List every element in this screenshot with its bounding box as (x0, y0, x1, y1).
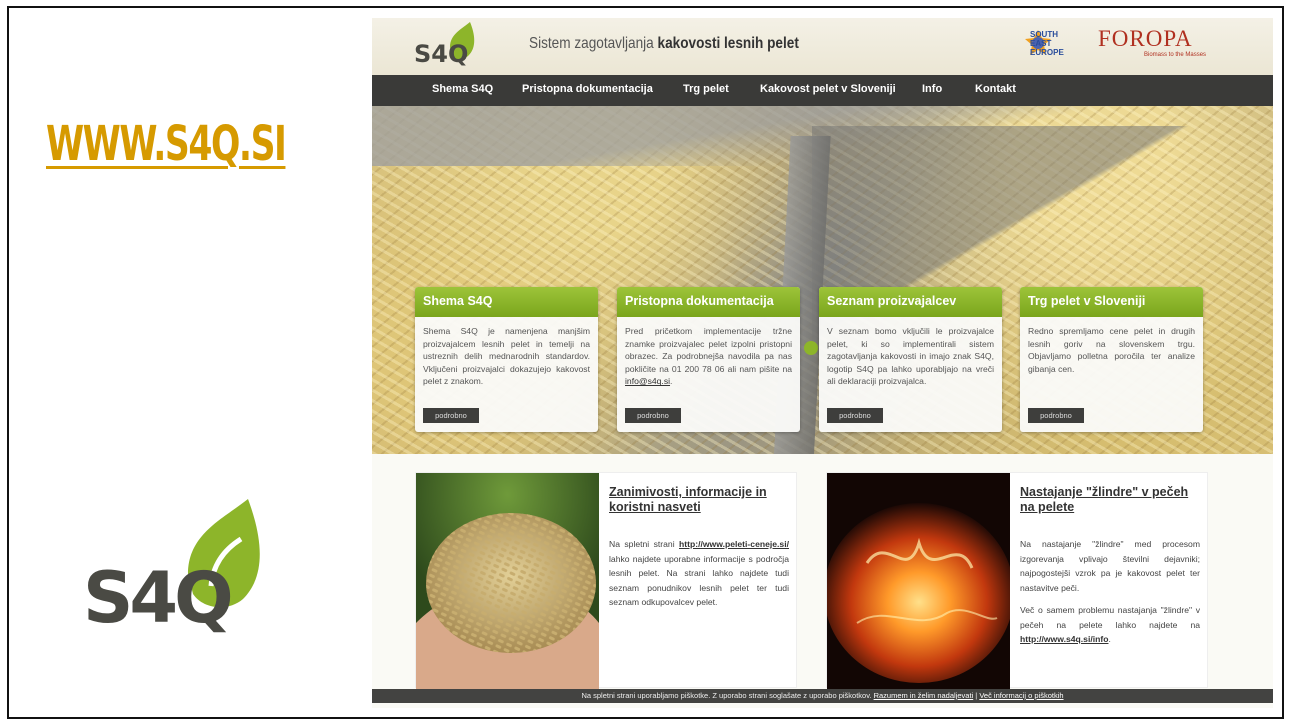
card-more-button[interactable]: podrobno (1028, 408, 1084, 423)
card-dokumentacija: Pristopna dokumentacija Pred pričetkom i… (617, 287, 800, 432)
card-shema: Shema S4Q Shema S4Q je namenjena manjšim… (415, 287, 598, 432)
feature-title[interactable]: Zanimivosti, informacije in koristni nas… (609, 485, 789, 515)
card-text: Pred pričetkom implementacije tržne znam… (617, 317, 800, 407)
feature-zanimivosti: Zanimivosti, informacije in koristni nas… (415, 472, 797, 689)
nav-item-dokumentacija[interactable]: Pristopna dokumentacija (522, 83, 653, 95)
feature-paragraph: Na nastajanje "žlindre" med procesom izg… (1020, 539, 1200, 593)
card-proizvajalci: Seznam proizvajalcev V seznam bomo vklju… (819, 287, 1002, 432)
tagline-prefix: Sistem zagotavljanja (529, 35, 658, 52)
peleti-ceneje-link[interactable]: http://www.peleti-ceneje.si/ (679, 539, 789, 549)
cookie-more-link[interactable]: Več informacij o piškotkih (979, 691, 1063, 700)
partner-foropa-logo: FOROPA (1098, 26, 1193, 51)
feature-title[interactable]: Nastajanje "žlindre" v pečeh na pelete (1020, 485, 1200, 515)
nav-item-info[interactable]: Info (922, 83, 942, 95)
s4q-logo-large: S4Q (83, 499, 260, 634)
email-link[interactable]: info@s4q.si (625, 376, 670, 386)
card-text-part: . (670, 376, 673, 387)
cookie-text: Na spletni strani uporabljamo piškotke. … (581, 691, 874, 700)
partner-see-label: SOUTH EAST EUROPE (1030, 30, 1064, 57)
feature-text-part: . (1108, 634, 1111, 644)
card-more-button[interactable]: podrobno (827, 408, 883, 423)
site-nav: Shema S4Q Pristopna dokumentacija Trg pe… (372, 75, 1273, 106)
feature-zlindra: Nastajanje "žlindre" v pečeh na pelete N… (826, 472, 1208, 689)
feature-text-part: lahko najdete uporabne informacije s pod… (609, 553, 789, 608)
nav-item-kontakt[interactable]: Kontakt (975, 83, 1016, 95)
logo-large-text: S4Q (83, 557, 230, 634)
nav-item-shema[interactable]: Shema S4Q (432, 83, 493, 95)
furnace-fire-image (827, 473, 1010, 689)
cookie-accept-link[interactable]: Razumem in želim nadaljevati (874, 691, 974, 700)
site-logo[interactable]: S4Q (410, 22, 480, 68)
card-title: Trg pelet v Sloveniji (1020, 287, 1203, 317)
site-header: S4Q Sistem zagotavljanja kakovosti lesni… (372, 18, 1273, 75)
partner-foropa-sub: Biomass to the Masses (1144, 52, 1207, 58)
card-title: Pristopna dokumentacija (617, 287, 800, 317)
slide-url-title[interactable]: WWW.S4Q.SI (46, 116, 287, 172)
card-text: Shema S4Q je namenjena manjšim proizvaja… (423, 326, 590, 387)
site-tagline: Sistem zagotavljanja kakovosti lesnih pe… (529, 35, 799, 53)
feature-text: Na nastajanje "žlindre" med procesom izg… (1020, 537, 1200, 655)
card-trg: Trg pelet v Sloveniji Redno spremljamo c… (1020, 287, 1203, 432)
s4q-info-link[interactable]: http://www.s4q.si/info (1020, 634, 1108, 644)
tagline-bold: kakovosti lesnih pelet (657, 35, 799, 52)
slider-dot[interactable] (804, 341, 818, 355)
card-text: V seznam bomo vključili le proizvajalce … (827, 326, 994, 387)
cookie-bar: Na spletni strani uporabljamo piškotke. … (372, 689, 1273, 703)
nav-item-kakovost[interactable]: Kakovost pelet v Sloveniji (760, 83, 896, 95)
card-text: Redno spremljamo cene pelet in drugih le… (1028, 326, 1195, 374)
website-screenshot: S4Q Sistem zagotavljanja kakovosti lesni… (372, 18, 1273, 708)
card-more-button[interactable]: podrobno (625, 408, 681, 423)
feature-text-part: Na spletni strani (609, 539, 679, 549)
card-title: Seznam proizvajalcev (819, 287, 1002, 317)
feature-text-part: Več o samem problemu nastajanja "žlindre… (1020, 605, 1200, 630)
card-title: Shema S4Q (415, 287, 598, 317)
feature-text: Na spletni strani http://www.peleti-cene… (609, 537, 789, 618)
card-text-part: Pred pričetkom implementacije tržne znam… (625, 326, 792, 374)
pellets-hands-image (416, 473, 599, 689)
site-logo-text: S4Q (414, 40, 468, 68)
card-more-button[interactable]: podrobno (423, 408, 479, 423)
nav-item-trg[interactable]: Trg pelet (683, 83, 729, 95)
